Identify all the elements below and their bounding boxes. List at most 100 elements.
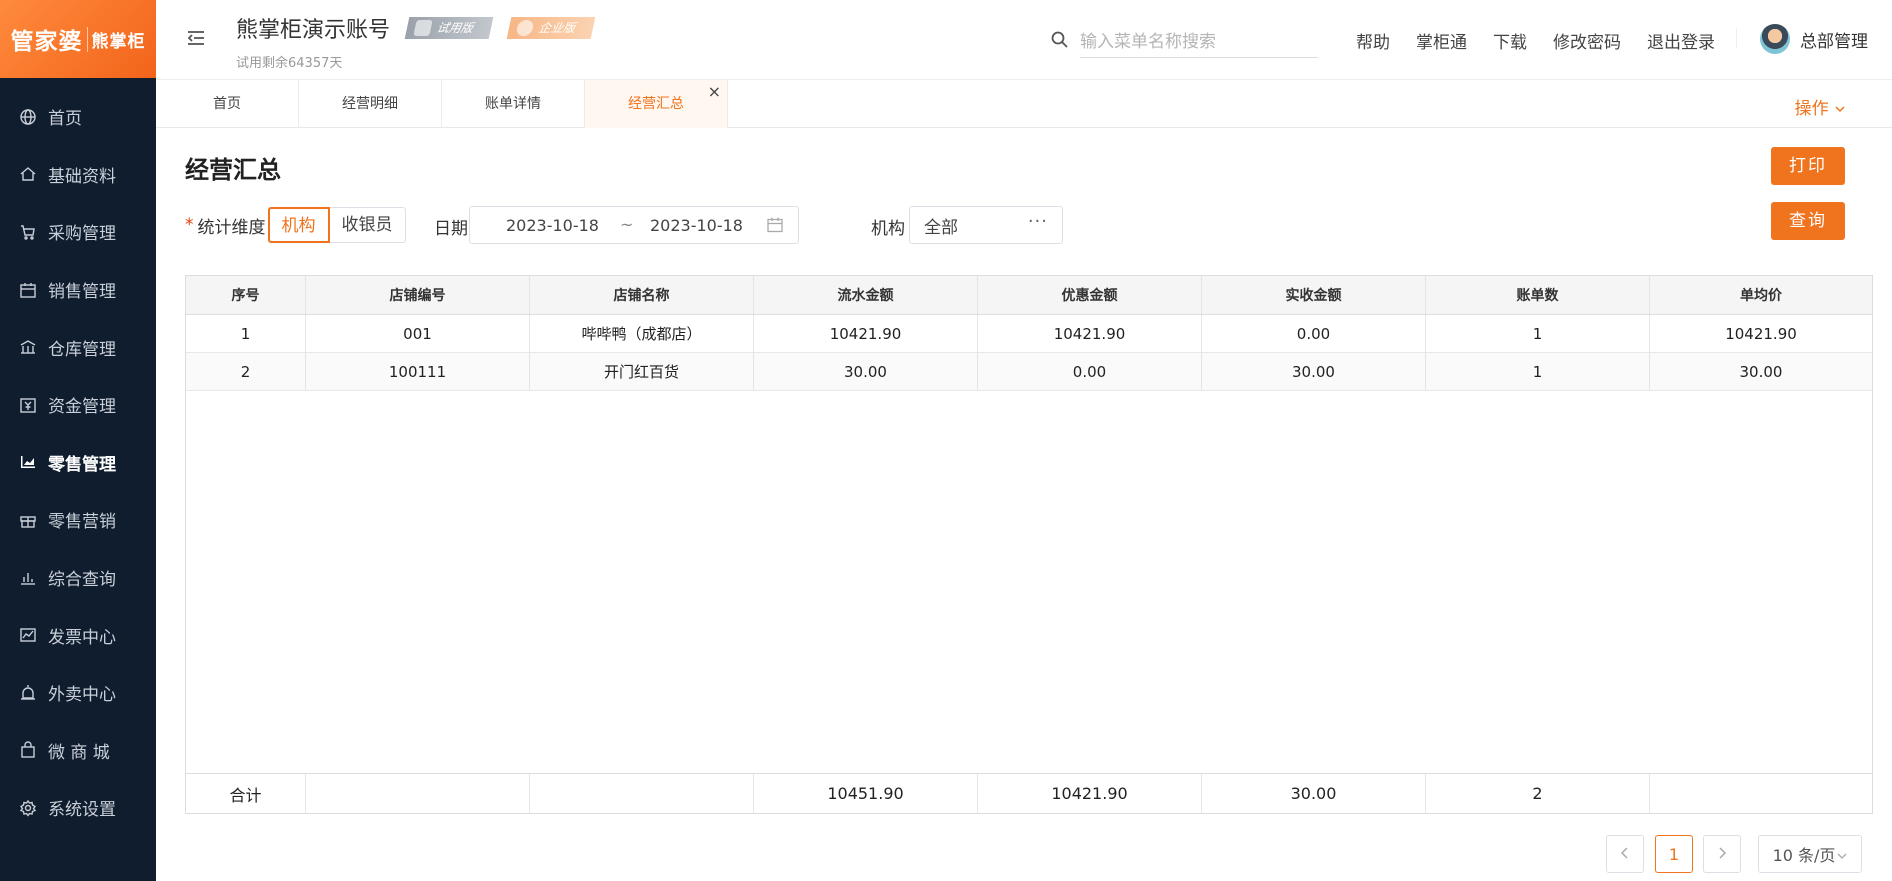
- sidebar-item-label: 零售管理: [48, 454, 116, 475]
- header-divider: [1736, 28, 1737, 48]
- sidebar: 管家婆 熊掌柜 首页 基础资料 采购管理 销售管理 仓库管理 资金管理 零售管理…: [0, 0, 156, 881]
- cart-icon: [18, 222, 38, 242]
- table-cell: 1: [1426, 353, 1650, 390]
- org-select[interactable]: 全部 ···: [909, 206, 1063, 244]
- table-cell: 001: [306, 315, 530, 352]
- date-to[interactable]: 2023-10-18: [650, 216, 743, 235]
- sidebar-item-label: 外卖中心: [48, 685, 116, 706]
- account-title: 熊掌柜演示账号: [236, 18, 391, 43]
- page-size-value: 10 条/页: [1772, 846, 1836, 865]
- table-row[interactable]: 2 100111 开门红百货 30.00 0.00 30.00 1 30.00: [186, 353, 1872, 391]
- account-title-block: 熊掌柜演示账号 试用版 企业版 试用剩余64357天: [236, 12, 596, 71]
- user-menu[interactable]: 总部管理: [1760, 24, 1868, 54]
- col-header-bill-count: 账单数: [1426, 276, 1650, 314]
- table-cell: 开门红百货: [530, 353, 754, 390]
- sidebar-item-sales[interactable]: 销售管理: [0, 261, 156, 319]
- summary-table: 序号 店铺编号 店铺名称 流水金额 优惠金额 实收金额 账单数 单均价 1 00…: [185, 275, 1873, 814]
- brand-logo: 管家婆 熊掌柜: [0, 0, 156, 78]
- tab-bill-detail[interactable]: 账单详情: [442, 80, 585, 128]
- calendar-icon: [766, 216, 784, 234]
- total-flow-amount: 10451.90: [754, 774, 978, 813]
- sidebar-item-query[interactable]: 综合查询: [0, 549, 156, 607]
- table-cell: 100111: [306, 353, 530, 390]
- tab-business-detail[interactable]: 经营明细: [299, 80, 442, 128]
- alarm-icon: [18, 683, 38, 703]
- sidebar-item-settings[interactable]: 系统设置: [0, 779, 156, 837]
- sidebar-item-warehouse[interactable]: 仓库管理: [0, 318, 156, 376]
- chevron-right-icon: [1717, 845, 1727, 864]
- tab-home[interactable]: 首页: [156, 80, 299, 128]
- tab-business-summary[interactable]: 经营汇总 ×: [585, 80, 728, 128]
- table-cell: 10421.90: [1725, 324, 1797, 343]
- col-header-index: 序号: [186, 276, 306, 314]
- page-size-select[interactable]: 10 条/页: [1758, 835, 1862, 873]
- next-page-button[interactable]: [1703, 835, 1741, 873]
- change-password-link[interactable]: 修改密码: [1553, 28, 1621, 53]
- sidebar-item-invoice[interactable]: 发票中心: [0, 606, 156, 664]
- sidebar-item-label: 发票中心: [48, 627, 116, 648]
- page-number-button[interactable]: 1: [1655, 835, 1693, 873]
- search-input[interactable]: [1080, 26, 1318, 58]
- top-header: 熊掌柜演示账号 试用版 企业版 试用剩余64357天 帮助 掌柜通 下载 修改密…: [156, 0, 1892, 80]
- close-icon[interactable]: ×: [708, 82, 721, 102]
- org-value: 全部: [924, 217, 958, 238]
- zhangguitong-link[interactable]: 掌柜通: [1416, 28, 1467, 53]
- search-icon[interactable]: [1050, 30, 1072, 52]
- table-cell: [306, 774, 530, 813]
- sidebar-item-finance[interactable]: 资金管理: [0, 376, 156, 434]
- sidebar-item-label: 综合查询: [48, 570, 116, 591]
- bag-icon: [18, 740, 38, 760]
- main-content: 经营汇总 打印 查询 * 统计维度 机构 收银员 日期 2023-10-18 ~…: [156, 128, 1892, 881]
- table-cell: 30.00: [1739, 362, 1783, 381]
- sidebar-item-label: 仓库管理: [48, 339, 116, 360]
- download-link[interactable]: 下载: [1493, 28, 1527, 53]
- sidebar-item-label: 基础资料: [48, 166, 116, 187]
- tabs-bar: 首页 经营明细 账单详情 经营汇总 × 操作: [156, 80, 1892, 128]
- trial-badge: 试用版: [405, 17, 494, 39]
- date-from[interactable]: 2023-10-18: [506, 216, 599, 235]
- table-footer-total: 合计 10451.90 10421.90 30.00 2: [186, 773, 1872, 813]
- date-range-picker[interactable]: 2023-10-18 ~ 2023-10-18: [469, 206, 799, 244]
- help-link[interactable]: 帮助: [1356, 28, 1390, 53]
- table-cell: 2: [186, 353, 306, 390]
- sidebar-item-retail-marketing[interactable]: 零售营销: [0, 491, 156, 549]
- prev-page-button[interactable]: [1606, 835, 1644, 873]
- more-icon[interactable]: ···: [1028, 211, 1048, 232]
- table-cell: 1: [1426, 315, 1650, 352]
- table-header: 序号 店铺编号 店铺名称 流水金额 优惠金额 实收金额 账单数 单均价: [186, 276, 1872, 315]
- logout-link[interactable]: 退出登录: [1647, 28, 1715, 53]
- table-cell: 哔哔鸭（成都店）: [530, 315, 754, 352]
- menu-collapse-icon[interactable]: [184, 26, 208, 50]
- table-cell: 30.00: [754, 353, 978, 390]
- sidebar-item-basic-data[interactable]: 基础资料: [0, 146, 156, 204]
- monitor-icon: [413, 20, 434, 36]
- sidebar-item-delivery[interactable]: 外卖中心: [0, 664, 156, 722]
- table-row[interactable]: 1 001 哔哔鸭（成都店） 10421.90 10421.90 0.00 1 …: [186, 315, 1872, 353]
- print-button[interactable]: 打印: [1771, 147, 1845, 185]
- operations-dropdown[interactable]: 操作: [1795, 94, 1846, 119]
- chevron-left-icon: [1620, 845, 1630, 864]
- logo-sub-text: 熊掌柜: [86, 26, 146, 52]
- col-header-discount-amount: 优惠金额: [978, 276, 1202, 314]
- star-icon: [515, 20, 535, 36]
- col-header-store-name: 店铺名称: [530, 276, 754, 314]
- chevron-down-icon: [1834, 99, 1846, 119]
- warehouse-icon: [18, 337, 38, 357]
- sidebar-item-label: 首页: [48, 109, 82, 130]
- line-chart-icon: [18, 625, 38, 645]
- sidebar-item-purchase[interactable]: 采购管理: [0, 203, 156, 261]
- table-cell: 10421.90: [978, 315, 1202, 352]
- sidebar-item-label: 微 商 城: [48, 742, 110, 763]
- calendar-icon: [18, 280, 38, 300]
- menu-search: [1050, 26, 1350, 58]
- date-separator: ~: [620, 215, 634, 234]
- chevron-down-icon: [1837, 845, 1847, 864]
- sidebar-item-retail[interactable]: 零售管理: [0, 434, 156, 492]
- sidebar-item-home[interactable]: 首页: [0, 88, 156, 146]
- sidebar-item-mall[interactable]: 微 商 城: [0, 722, 156, 780]
- home-icon: [18, 164, 38, 184]
- operations-label: 操作: [1794, 99, 1829, 119]
- trial-remaining: 试用剩余64357天: [236, 56, 343, 71]
- table-cell: [1650, 774, 1872, 813]
- logo-main-text: 管家婆: [10, 29, 83, 55]
